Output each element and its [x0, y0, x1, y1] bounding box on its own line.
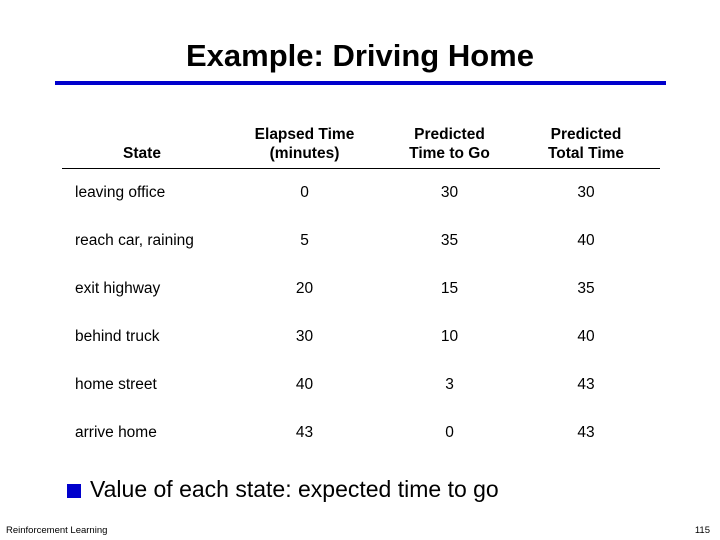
- cell-state: arrive home: [75, 424, 157, 441]
- bullet-item: Value of each state: expected time to go: [67, 476, 499, 503]
- header-elapsed-line1: Elapsed Time: [254, 126, 355, 143]
- cell-total-time: 40: [577, 232, 595, 249]
- cell-time-to-go: 0: [445, 424, 454, 441]
- table-row: home street 40 3 43: [62, 361, 660, 409]
- header-total-line1: Predicted: [550, 126, 622, 143]
- footer-page-number: 115: [694, 525, 710, 536]
- cell-state: reach car, raining: [75, 232, 194, 249]
- footer-course-title: Reinforcement Learning: [6, 525, 108, 536]
- cell-elapsed: 43: [295, 424, 314, 441]
- driving-home-table: State Elapsed Time (minutes) Predicted Tim…: [62, 122, 660, 457]
- cell-time-to-go: 15: [440, 280, 459, 297]
- cell-time-to-go: 35: [440, 232, 459, 249]
- header-ttg-line1: Predicted: [414, 126, 485, 143]
- cell-total-time: 43: [577, 376, 595, 393]
- cell-state: leaving office: [75, 184, 166, 201]
- cell-state: behind truck: [75, 328, 160, 345]
- cell-elapsed: 0: [300, 184, 309, 201]
- header-total-line2: Total Time: [547, 145, 625, 162]
- title-underline: [55, 81, 666, 85]
- cell-state: home street: [75, 376, 157, 393]
- cell-total-time: 30: [577, 184, 595, 201]
- cell-elapsed: 20: [295, 280, 314, 297]
- header-predicted-time-to-go: Predicted Time to Go: [387, 122, 512, 169]
- header-predicted-total-time: Predicted Total Time: [512, 122, 660, 169]
- cell-state: exit highway: [75, 280, 161, 297]
- header-state-label: State: [123, 145, 161, 162]
- slide-title: Example: Driving Home: [186, 38, 534, 73]
- table-row: arrive home 43 0 43: [62, 409, 660, 457]
- cell-total-time: 43: [577, 424, 595, 441]
- table-row: reach car, raining 5 35 40: [62, 217, 660, 265]
- table-row: behind truck 30 10 40: [62, 313, 660, 361]
- table-row: exit highway 20 15 35: [62, 265, 660, 313]
- header-state: State: [62, 122, 222, 169]
- cell-total-time: 35: [577, 280, 595, 297]
- header-elapsed-time: Elapsed Time (minutes): [222, 122, 387, 169]
- cell-time-to-go: 10: [440, 328, 459, 345]
- bullet-text: Value of each state: expected time to go: [90, 476, 499, 502]
- header-ttg-line2: Time to Go: [409, 145, 490, 162]
- cell-elapsed: 40: [295, 376, 314, 393]
- square-bullet-icon: [67, 483, 81, 498]
- header-elapsed-line2: (minutes): [269, 145, 340, 162]
- cell-time-to-go: 30: [440, 184, 459, 201]
- table-header-row: State Elapsed Time (minutes) Predicted Tim…: [62, 122, 660, 169]
- cell-total-time: 40: [577, 328, 595, 345]
- cell-time-to-go: 3: [445, 376, 454, 393]
- cell-elapsed: 30: [295, 328, 314, 345]
- table-row: leaving office 0 30 30: [62, 169, 660, 218]
- cell-elapsed: 5: [300, 232, 309, 249]
